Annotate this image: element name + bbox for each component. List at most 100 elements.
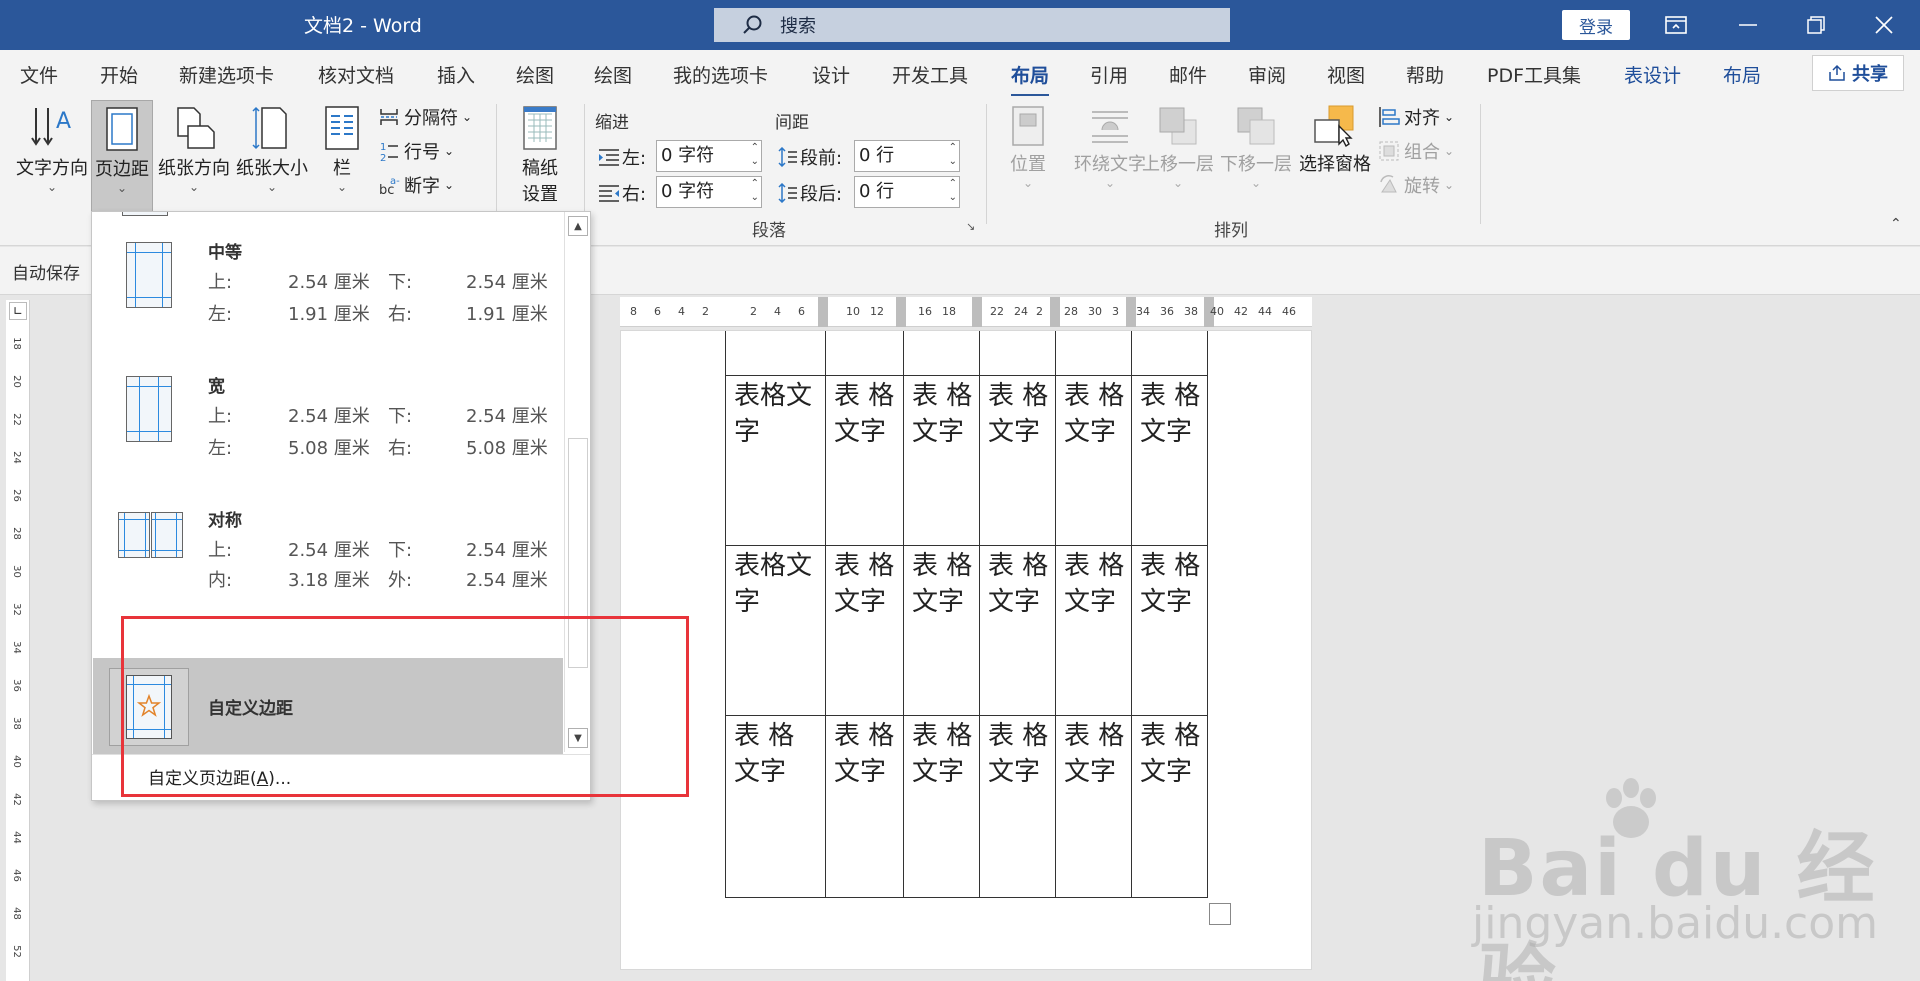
ruler-column-marker[interactable]: [896, 297, 906, 327]
ruler-tick-label: 40: [10, 755, 22, 768]
table-cell[interactable]: 表 格文字: [825, 714, 904, 898]
ruler-column-marker[interactable]: [972, 297, 982, 327]
tab-view[interactable]: 视图: [1327, 61, 1365, 88]
ribbon-display-options-icon[interactable]: [1646, 0, 1706, 50]
tab-file[interactable]: 文件: [20, 61, 58, 88]
indent-right-icon: [599, 185, 619, 202]
table-cell[interactable]: [825, 331, 904, 376]
rotate-button[interactable]: 旋转 ⌄: [1378, 172, 1454, 198]
collapse-ribbon-icon[interactable]: ⌃: [1890, 216, 1902, 232]
table-cell[interactable]: 表 格文字: [903, 544, 980, 716]
tab-check-document[interactable]: 核对文档: [318, 61, 394, 88]
table-cell[interactable]: [1131, 331, 1208, 376]
search-box[interactable]: 搜索: [714, 8, 1230, 42]
table-cell[interactable]: 表 格文字: [903, 374, 980, 546]
ruler-tick-label: 32: [10, 603, 22, 616]
dialog-launcher-icon[interactable]: ↘: [966, 220, 975, 233]
spacing-after-input[interactable]: 0 行 ⌃ ⌄: [854, 176, 960, 208]
size-button[interactable]: 纸张大小 ⌄: [234, 104, 310, 214]
tab-references[interactable]: 引用: [1090, 61, 1128, 88]
table-cell[interactable]: 表格文字: [725, 374, 826, 546]
send-backward-button[interactable]: 下移一层 ⌄: [1218, 104, 1294, 214]
tab-new-tab[interactable]: 新建选项卡: [179, 61, 274, 88]
spinner-arrows-icon[interactable]: ⌃ ⌄: [751, 177, 759, 205]
spinner-arrows-icon[interactable]: ⌃ ⌄: [751, 141, 759, 169]
table-cell[interactable]: 表 格文字: [903, 714, 980, 898]
selection-pane-label: 选择窗格: [1299, 154, 1371, 175]
tab-help[interactable]: 帮助: [1406, 61, 1444, 88]
group-button[interactable]: 组合 ⌄: [1378, 138, 1454, 164]
title-bar: 文档2 - Word 搜索 登录: [0, 0, 1920, 50]
table-cell[interactable]: 表 格文字: [979, 544, 1056, 716]
tab-table-design[interactable]: 表设计: [1624, 61, 1681, 88]
margins-button[interactable]: 页边距 ⌄: [91, 100, 153, 212]
orientation-button[interactable]: 纸张方向 ⌄: [156, 104, 232, 214]
tab-layout[interactable]: 布局: [1011, 61, 1050, 97]
table-cell[interactable]: 表 格文字: [825, 544, 904, 716]
table-cell[interactable]: 表 格文字: [725, 714, 826, 898]
bring-forward-button[interactable]: 上移一层 ⌄: [1140, 104, 1216, 214]
position-button[interactable]: 位置 ⌄: [1004, 104, 1052, 214]
ruler-tick-label: 40: [1210, 305, 1224, 318]
login-button[interactable]: 登录: [1562, 10, 1630, 40]
table-cell[interactable]: 表 格文字: [1131, 714, 1208, 898]
document-table[interactable]: 表格文字表 格文字表 格文字表 格文字表 格文字表 格文字 表格文字表 格文字表 …: [725, 331, 1208, 898]
svg-text:A: A: [56, 109, 71, 134]
table-cell[interactable]: [725, 331, 826, 376]
table-cell[interactable]: [1055, 331, 1132, 376]
table-cell[interactable]: 表 格文字: [1131, 544, 1208, 716]
tab-my-tab[interactable]: 我的选项卡: [673, 61, 768, 88]
ruler-column-marker[interactable]: [818, 297, 828, 327]
svg-text:a-: a-: [390, 176, 400, 187]
hyphenation-button[interactable]: bc a- 断字 ⌄: [378, 172, 454, 198]
table-cell[interactable]: 表格文字: [725, 544, 826, 716]
spacing-before-input[interactable]: 0 行 ⌃ ⌄: [854, 140, 960, 172]
columns-button[interactable]: 栏 ⌄: [318, 104, 366, 214]
table-cell[interactable]: 表 格文字: [825, 374, 904, 546]
indent-right-input[interactable]: 0 字符 ⌃ ⌄: [656, 176, 762, 208]
document-page[interactable]: 表格文字表 格文字表 格文字表 格文字表 格文字表 格文字 表格文字表 格文字表 …: [620, 330, 1312, 970]
tab-draw-2[interactable]: 绘图: [594, 61, 632, 88]
spinner-arrows-icon[interactable]: ⌃ ⌄: [949, 141, 957, 169]
table-cell[interactable]: 表 格文字: [979, 714, 1056, 898]
margin-option-moderate[interactable]: 中等 上: 2.54 厘米 下: 2.54 厘米 左: 1.91 厘米 右: 1…: [92, 242, 564, 352]
indent-left-input[interactable]: 0 字符 ⌃ ⌄: [656, 140, 762, 172]
line-numbers-button[interactable]: 12 行号 ⌄: [378, 138, 454, 164]
table-cell[interactable]: [979, 331, 1056, 376]
tab-pdf-tools[interactable]: PDF工具集: [1487, 61, 1581, 88]
tab-table-layout[interactable]: 布局: [1723, 61, 1761, 88]
breaks-button[interactable]: 分隔符 ⌄: [378, 104, 472, 130]
wrap-text-button[interactable]: 环绕文字 ⌄: [1072, 104, 1148, 214]
table-cell[interactable]: 表 格文字: [1055, 544, 1132, 716]
table-cell[interactable]: [903, 331, 980, 376]
margin-option-wide[interactable]: 宽 上: 2.54 厘米 下: 2.54 厘米 左: 5.08 厘米 右: 5.…: [92, 376, 564, 486]
tab-draw-1[interactable]: 绘图: [516, 61, 554, 88]
text-direction-button[interactable]: A 文字方向 ⌄: [12, 104, 92, 214]
chevron-down-icon: ⌄: [1444, 110, 1455, 124]
baidu-watermark-logo: Bai du 经验 jingyan.baidu.com: [1470, 770, 1910, 981]
scroll-up-icon[interactable]: ▲: [568, 216, 588, 236]
ruler-column-marker[interactable]: [1126, 297, 1136, 327]
table-resize-handle[interactable]: [1209, 903, 1231, 925]
share-button[interactable]: 共享: [1812, 55, 1904, 91]
draft-paper-button[interactable]: 稿纸 设置: [508, 104, 572, 214]
table-cell[interactable]: 表 格文字: [979, 374, 1056, 546]
align-button[interactable]: 对齐 ⌄: [1378, 104, 1454, 130]
table-cell[interactable]: 表 格文字: [1131, 374, 1208, 546]
minimize-icon[interactable]: [1718, 0, 1778, 50]
table-cell[interactable]: 表 格文字: [1055, 374, 1132, 546]
restore-icon[interactable]: [1786, 0, 1846, 50]
ruler-column-marker[interactable]: [1050, 297, 1060, 327]
tab-selector-icon[interactable]: ∟: [9, 302, 27, 320]
tab-home[interactable]: 开始: [100, 61, 138, 88]
close-icon[interactable]: [1854, 0, 1914, 50]
margin-option-mirrored[interactable]: 对称 上: 2.54 厘米 下: 2.54 厘米 内: 3.18 厘米 外: 2…: [92, 510, 564, 620]
tab-review[interactable]: 审阅: [1248, 61, 1286, 88]
tab-insert[interactable]: 插入: [437, 61, 475, 88]
tab-design[interactable]: 设计: [812, 61, 850, 88]
table-cell[interactable]: 表 格文字: [1055, 714, 1132, 898]
spinner-arrows-icon[interactable]: ⌃ ⌄: [949, 177, 957, 205]
tab-mailings[interactable]: 邮件: [1169, 61, 1207, 88]
tab-developer[interactable]: 开发工具: [892, 61, 968, 88]
selection-pane-button[interactable]: 选择窗格: [1298, 104, 1372, 214]
